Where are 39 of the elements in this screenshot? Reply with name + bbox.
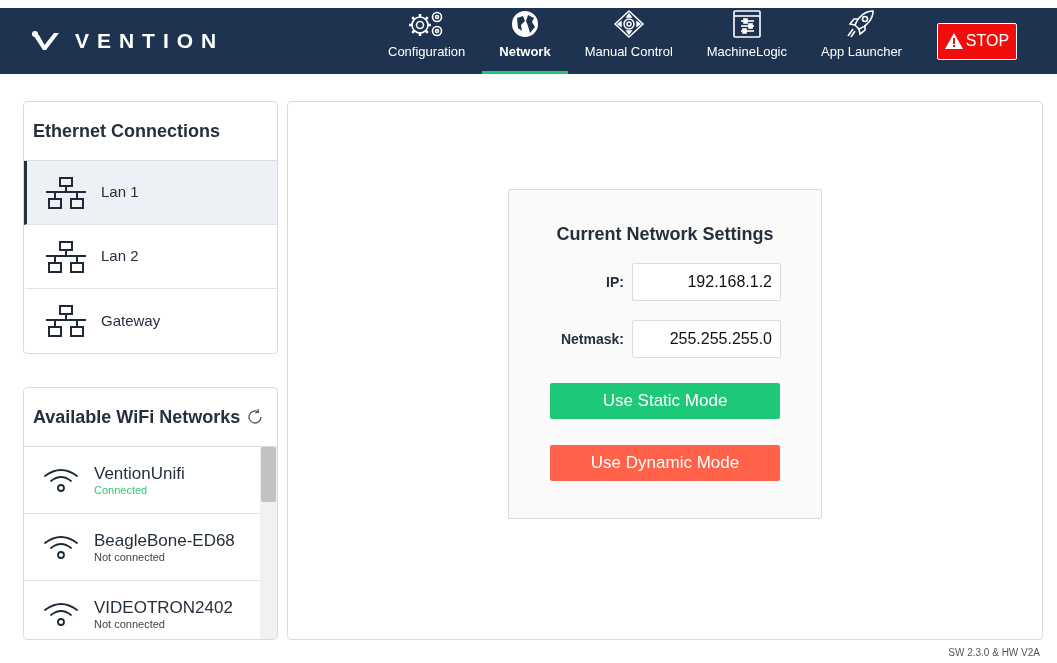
connection-status: Not connected [94, 617, 166, 631]
nav-tab[interactable]: App Launcher [804, 8, 919, 74]
version-text: SW 2.3.0 & HW V2A [948, 646, 1040, 660]
wifi-icon [43, 601, 79, 627]
field-label: IP: [606, 272, 624, 292]
settings-title: Current Network Settings [556, 223, 774, 246]
stop-button[interactable]: STOP [936, 22, 1017, 60]
warning-icon [944, 33, 963, 49]
connection-status: Connected [94, 483, 149, 497]
logo-text: VENTION [75, 28, 225, 55]
nav-tab[interactable]: MachineLogic [689, 8, 804, 74]
network-icon [45, 305, 87, 337]
ethernet-item[interactable]: Gateway [24, 289, 277, 353]
network-name: VIDEOTRON2402 [94, 597, 233, 618]
input-field[interactable]: 255.255.255.0 [632, 320, 781, 358]
control-panel-icon [731, 8, 762, 39]
refresh-icon[interactable] [246, 408, 265, 426]
wifi-icon [43, 534, 79, 560]
card-title: Ethernet Connections [33, 119, 220, 143]
input-field[interactable]: 192.168.1.2 [632, 263, 781, 301]
ethernet-label: Gateway [101, 310, 161, 331]
wifi-icon [43, 467, 79, 493]
nav-tab[interactable]: Network [482, 8, 568, 74]
network-icon [45, 240, 87, 273]
nav-tab[interactable]: Manual Control [567, 8, 690, 74]
field-label: Netmask: [560, 329, 624, 349]
ethernet-label: Lan 1 [101, 182, 139, 203]
ethernet-item[interactable]: Lan 2 [24, 225, 277, 289]
network-icon [45, 176, 87, 209]
network-name: VentionUnifi [94, 463, 185, 484]
ethernet-label: Lan 2 [101, 246, 139, 267]
ethernet-item[interactable]: Lan 1 [24, 161, 277, 225]
connection-status: Not connected [94, 550, 166, 564]
card-title: Available WiFi Networks [33, 405, 241, 429]
scrollbar[interactable] [260, 447, 277, 639]
nav-tab[interactable]: Configuration [371, 8, 483, 74]
direction-pad-icon [612, 8, 645, 39]
logo-icon [31, 30, 61, 52]
network-name: BeagleBone-ED68 [94, 530, 235, 551]
